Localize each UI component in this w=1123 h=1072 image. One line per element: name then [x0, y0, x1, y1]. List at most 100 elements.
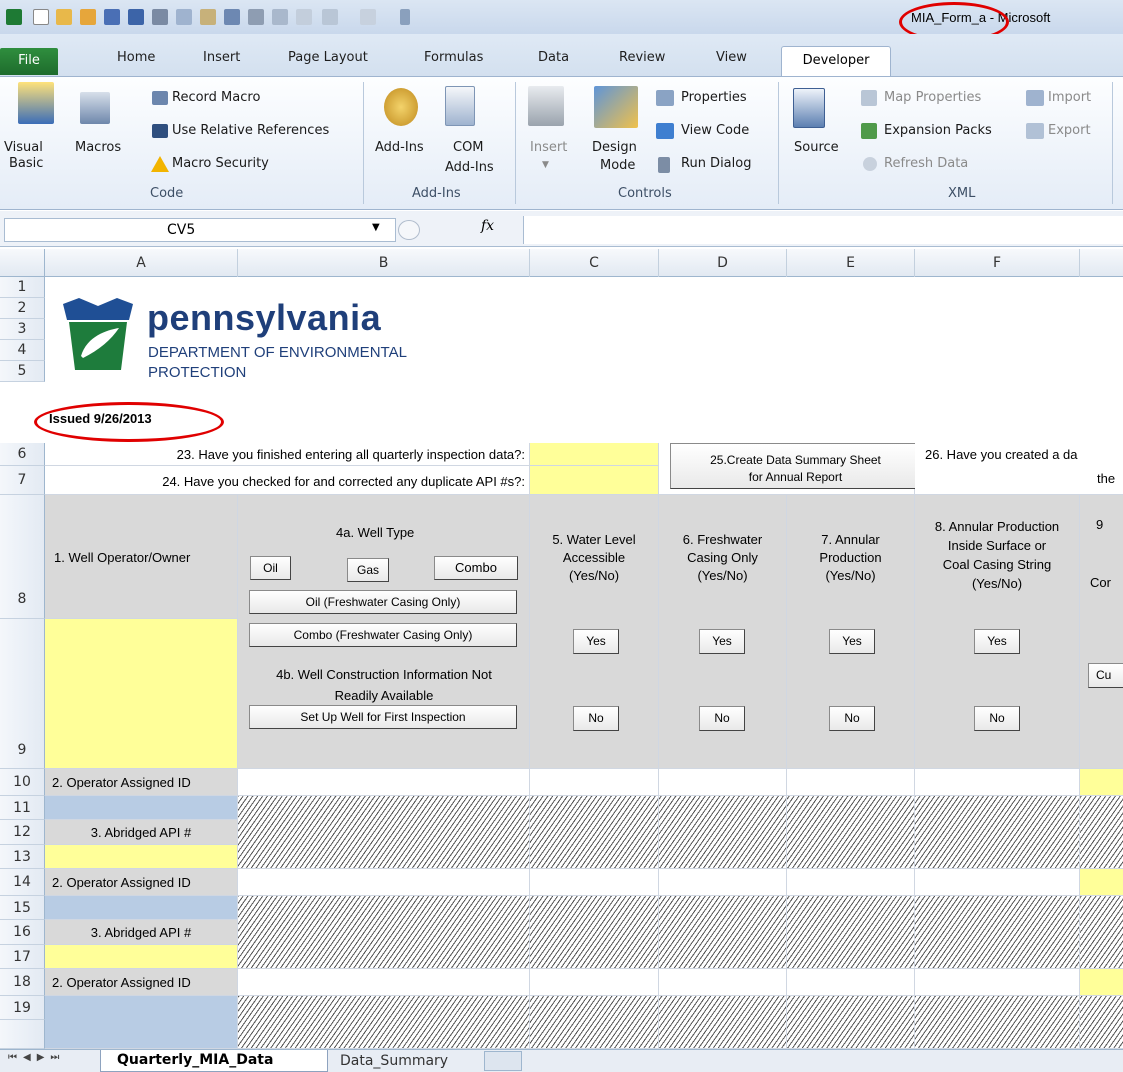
- row-header-partial[interactable]: [0, 1020, 45, 1049]
- tab-home[interactable]: Home: [117, 50, 155, 65]
- copy-icon[interactable]: [272, 9, 288, 25]
- preview-icon[interactable]: [128, 9, 144, 25]
- row-header[interactable]: 2: [0, 298, 45, 319]
- excel-icon[interactable]: [6, 9, 22, 25]
- data-cell[interactable]: [659, 769, 787, 796]
- tab-formulas[interactable]: Formulas: [424, 50, 483, 65]
- column-header-g[interactable]: [1080, 249, 1123, 277]
- gas-button[interactable]: Gas: [347, 558, 389, 582]
- sheet-tab-quarterly[interactable]: Quarterly_MIA_Data: [100, 1050, 328, 1072]
- view-code-button[interactable]: View Code: [681, 123, 749, 138]
- chevron-down-icon[interactable]: ▼: [542, 160, 549, 170]
- data-cell[interactable]: [659, 969, 787, 996]
- tab-data[interactable]: Data: [538, 50, 569, 65]
- customize-qat-icon[interactable]: [400, 9, 410, 25]
- com-addins-label-1[interactable]: COM: [453, 140, 484, 155]
- annular-inside-yes-button[interactable]: Yes: [974, 629, 1020, 654]
- save-icon[interactable]: [104, 9, 120, 25]
- redo-icon[interactable]: [360, 9, 376, 25]
- addins-button[interactable]: Add-Ins: [375, 140, 424, 155]
- water-level-no-button[interactable]: No: [573, 706, 619, 731]
- paste-icon[interactable]: [296, 9, 312, 25]
- data-cell[interactable]: [915, 769, 1080, 796]
- macros-button[interactable]: Macros: [75, 140, 121, 155]
- freshwater-yes-button[interactable]: Yes: [699, 629, 745, 654]
- cancel-icon[interactable]: [398, 220, 420, 240]
- relative-references-button[interactable]: Use Relative References: [172, 123, 329, 138]
- answer-24-input[interactable]: [530, 466, 659, 495]
- row-header[interactable]: 7: [0, 466, 45, 495]
- print-icon[interactable]: [152, 9, 168, 25]
- select-all-button[interactable]: [0, 249, 45, 277]
- data-cell[interactable]: [530, 869, 659, 896]
- run-dialog-button[interactable]: Run Dialog: [681, 156, 751, 171]
- design-mode-label-1[interactable]: Design: [592, 140, 637, 155]
- row-header[interactable]: 10: [0, 769, 45, 796]
- row-header[interactable]: 19: [0, 996, 45, 1020]
- tab-view[interactable]: View: [716, 50, 747, 65]
- annular-yes-button[interactable]: Yes: [829, 629, 875, 654]
- row-header[interactable]: 5: [0, 361, 45, 382]
- row-header[interactable]: 1: [0, 277, 45, 298]
- create-data-summary-button[interactable]: 25.Create Data Summary Sheet for Annual …: [670, 443, 921, 489]
- function-icon[interactable]: fx: [481, 218, 494, 234]
- visual-basic-label-1[interactable]: Visual: [4, 140, 43, 155]
- column-g-button[interactable]: Cu: [1088, 663, 1123, 688]
- column-header[interactable]: A: [45, 249, 238, 277]
- tab-developer[interactable]: Developer: [781, 46, 891, 77]
- data-cell[interactable]: [787, 869, 915, 896]
- find-icon[interactable]: [224, 9, 240, 25]
- row-header[interactable]: 15: [0, 896, 45, 920]
- column-header[interactable]: B: [238, 249, 530, 277]
- import-button[interactable]: Import: [1048, 90, 1091, 105]
- map-properties-button[interactable]: Map Properties: [884, 90, 981, 105]
- source-button[interactable]: Source: [794, 140, 839, 155]
- data-cell[interactable]: [787, 969, 915, 996]
- row-header[interactable]: 13: [0, 845, 45, 869]
- operator-id-input[interactable]: [238, 769, 530, 796]
- row-header[interactable]: 4: [0, 340, 45, 361]
- tab-review[interactable]: Review: [619, 50, 665, 65]
- row-header[interactable]: 8: [0, 495, 45, 619]
- annular-inside-no-button[interactable]: No: [974, 706, 1020, 731]
- tab-page-layout[interactable]: Page Layout: [288, 50, 368, 65]
- refresh-data-button[interactable]: Refresh Data: [884, 156, 968, 171]
- new-icon[interactable]: [33, 9, 49, 25]
- insert-sheet-icon[interactable]: [484, 1051, 522, 1071]
- insert-controls-button[interactable]: Insert: [530, 140, 567, 155]
- sheet-tab-data-summary[interactable]: Data_Summary: [330, 1051, 480, 1072]
- row-header[interactable]: 18: [0, 969, 45, 996]
- annular-no-button[interactable]: No: [829, 706, 875, 731]
- visual-basic-label-2[interactable]: Basic: [9, 156, 43, 171]
- chevron-down-icon[interactable]: ▼: [372, 222, 380, 233]
- data-cell[interactable]: [915, 969, 1080, 996]
- api-input[interactable]: [45, 945, 238, 969]
- row-header[interactable]: 3: [0, 319, 45, 340]
- column-header[interactable]: C: [530, 249, 659, 277]
- row-header[interactable]: 17: [0, 945, 45, 969]
- combo-button[interactable]: Combo: [434, 556, 518, 580]
- picture-icon[interactable]: [80, 9, 96, 25]
- oil-freshwater-button[interactable]: Oil (Freshwater Casing Only): [249, 590, 517, 614]
- row-header[interactable]: 12: [0, 820, 45, 845]
- properties-button[interactable]: Properties: [681, 90, 747, 105]
- row-header[interactable]: 14: [0, 869, 45, 896]
- formula-input[interactable]: [523, 216, 1123, 244]
- record-macro-button[interactable]: Record Macro: [172, 90, 260, 105]
- data-cell[interactable]: [1080, 769, 1123, 796]
- com-addins-label-2[interactable]: Add-Ins: [445, 160, 494, 175]
- sheet-nav-icons[interactable]: ⏮◀▶⏭: [8, 1052, 65, 1063]
- column-header[interactable]: E: [787, 249, 915, 277]
- api-input[interactable]: [45, 845, 238, 869]
- row-header[interactable]: 11: [0, 796, 45, 820]
- freshwater-no-button[interactable]: No: [699, 706, 745, 731]
- name-box[interactable]: CV5: [4, 218, 396, 242]
- print-preview-icon[interactable]: [176, 9, 192, 25]
- data-cell[interactable]: [659, 869, 787, 896]
- column-header[interactable]: D: [659, 249, 787, 277]
- oil-button[interactable]: Oil: [250, 556, 291, 580]
- operator-id-input[interactable]: [238, 969, 530, 996]
- column-header[interactable]: F: [915, 249, 1080, 277]
- data-cell[interactable]: [1080, 869, 1123, 896]
- macro-security-button[interactable]: Macro Security: [172, 156, 269, 171]
